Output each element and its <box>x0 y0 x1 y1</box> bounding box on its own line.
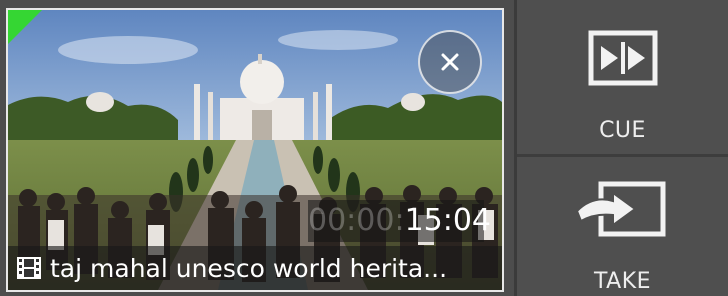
film-icon <box>17 257 41 279</box>
timecode-value: 15:04 <box>404 203 492 238</box>
media-clip-panel: 00:00:15:04 taj mahal unesco world herit… <box>0 0 728 296</box>
take-label: TAKE <box>593 269 652 294</box>
take-icon <box>575 181 666 237</box>
cue-icon <box>588 30 658 86</box>
clip-title-bar: taj mahal unesco world herita... <box>8 246 502 290</box>
clip-thumbnail[interactable]: 00:00:15:04 taj mahal unesco world herit… <box>6 8 504 292</box>
remove-clip-button[interactable] <box>418 30 482 94</box>
close-icon <box>441 53 459 71</box>
clip-title: taj mahal unesco world herita... <box>50 253 448 283</box>
cue-button[interactable]: CUE <box>517 0 728 154</box>
timecode-leading: 00:00: <box>308 203 405 238</box>
status-indicator <box>8 10 42 44</box>
cue-label: CUE <box>599 118 646 143</box>
take-button[interactable]: TAKE <box>517 157 728 296</box>
clip-duration: 00:00:15:04 <box>308 200 491 242</box>
